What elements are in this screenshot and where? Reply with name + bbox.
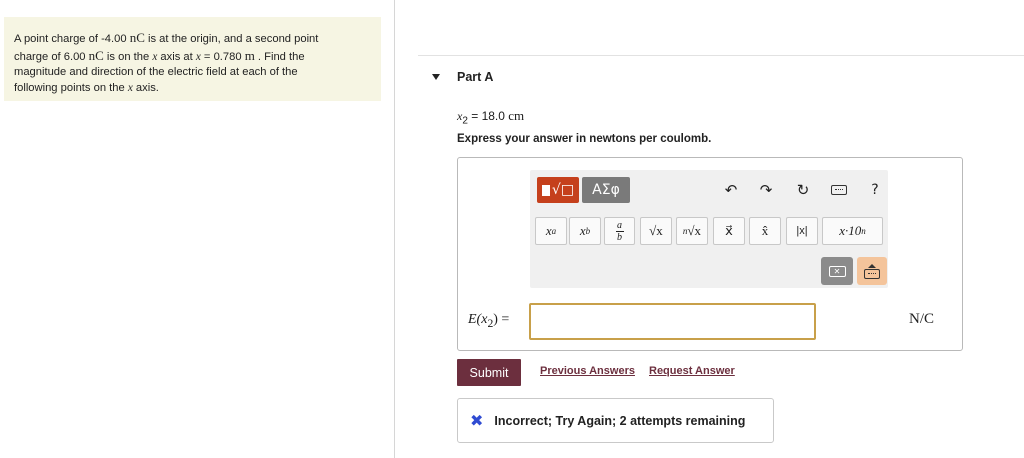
templates-button[interactable]: √□ <box>537 177 579 203</box>
unit-vector-button[interactable]: x̂ <box>749 217 781 245</box>
part-a-header[interactable]: Part A <box>432 70 493 84</box>
problem-text: following points on the <box>14 81 128 94</box>
problem-text: . Find the <box>254 50 305 63</box>
problem-text: charge of 6.00 <box>14 50 89 63</box>
answer-instructions: Express your answer in newtons per coulo… <box>457 133 712 145</box>
subscript-button[interactable]: xb <box>569 217 601 245</box>
problem-text: axis. <box>132 81 159 94</box>
previous-answers-link[interactable]: Previous Answers <box>540 365 635 377</box>
problem-text: is on the <box>103 50 153 63</box>
keyboard-shortcuts-icon[interactable] <box>828 179 850 201</box>
absolute-value-button[interactable]: |x| <box>786 217 818 245</box>
help-icon[interactable]: ? <box>864 179 886 201</box>
unit-nc: nC <box>88 47 104 63</box>
arrow-up-icon <box>868 263 876 268</box>
given-value: x2 = 18.0 cm <box>457 108 525 127</box>
superscript-button[interactable]: xa <box>535 217 567 245</box>
problem-text: A point charge of -4.00 <box>14 33 130 45</box>
section-divider <box>418 55 1024 56</box>
undo-icon[interactable]: ↶ <box>720 179 742 201</box>
feedback-box: ✖ Incorrect; Try Again; 2 attempts remai… <box>457 398 774 443</box>
keyboard-icon <box>864 268 880 279</box>
column-divider <box>394 0 395 458</box>
vector-button[interactable]: x⃗ <box>713 217 745 245</box>
incorrect-x-icon: ✖ <box>470 411 484 430</box>
virtual-keyboard-button[interactable] <box>857 257 887 285</box>
submit-button[interactable]: Submit <box>457 359 521 386</box>
math-toolbar: √□ ΑΣφ ↶ ↷ ↻ ? xa xb ab √x n √x x⃗ x̂ |x|… <box>530 170 888 288</box>
scientific-notation-button[interactable]: x·10 n <box>822 217 883 245</box>
unit-nc: nC <box>129 30 145 45</box>
collapse-caret-icon[interactable] <box>432 74 440 80</box>
part-title: Part A <box>457 70 494 84</box>
answer-unit: N/C <box>909 311 935 327</box>
template-square-icon <box>541 184 550 196</box>
feedback-text: Incorrect; Try Again; 2 attempts remaini… <box>494 413 746 428</box>
unit-m: m <box>244 47 255 63</box>
fraction-button[interactable]: ab <box>604 217 635 245</box>
answer-input[interactable] <box>529 303 816 340</box>
backspace-icon: ✕ <box>828 265 846 277</box>
redo-icon[interactable]: ↷ <box>755 179 777 201</box>
reset-icon[interactable]: ↻ <box>792 179 814 201</box>
greek-symbols-button[interactable]: ΑΣφ <box>582 177 630 203</box>
nth-root-button[interactable]: n √x <box>676 217 708 245</box>
backspace-button[interactable]: ✕ <box>821 257 853 285</box>
sqrt-template-icon: √□ <box>551 182 575 198</box>
problem-text: magnitude and direction of the electric … <box>14 66 298 78</box>
request-answer-link[interactable]: Request Answer <box>649 365 735 377</box>
square-root-button[interactable]: √x <box>640 217 672 245</box>
problem-text: is at the origin, and a second point <box>144 33 319 45</box>
answer-label: E(x2) = <box>468 312 510 330</box>
problem-text: = 0.780 <box>200 50 245 63</box>
problem-statement: A point charge of -4.00 nC is at the ori… <box>4 17 381 101</box>
problem-text: axis at <box>157 50 196 63</box>
